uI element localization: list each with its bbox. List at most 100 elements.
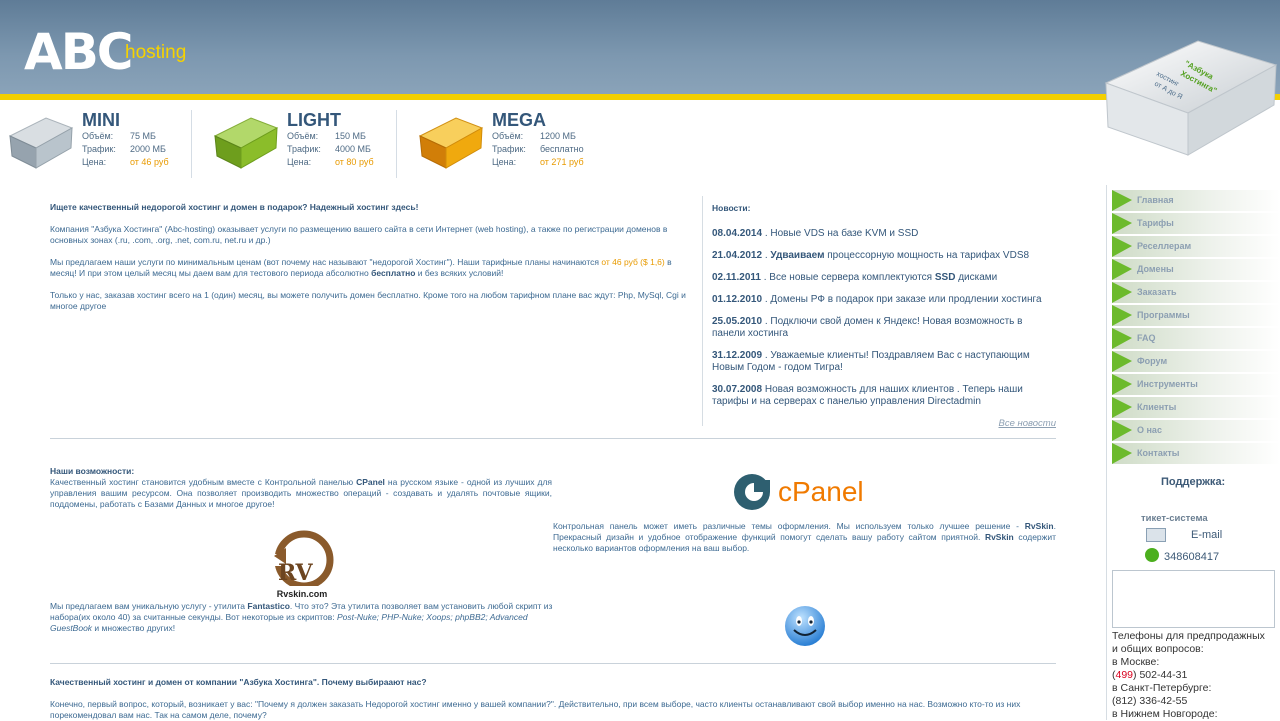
news-item[interactable]: 01.12.2010 . Домены РФ в подарок при зак… — [712, 294, 1056, 306]
plan-name: MINI — [82, 110, 120, 130]
plan-label: Трафик: — [82, 144, 116, 154]
news-date: 31.12.2009 — [712, 350, 763, 361]
logo-hosting[interactable]: hosting — [125, 42, 186, 64]
arrow-icon — [1112, 236, 1132, 257]
news-item[interactable]: 08.04.2014 . Новые VDS на базе KVM и SSD — [712, 228, 1056, 240]
plan-mega[interactable]: MEGA Объём: 1200 МБ Трафик: бесплатно Цена… — [416, 108, 596, 180]
plan-light[interactable]: LIGHT Объём: 150 МБ Трафик: 4000 МБ Цена: о… — [211, 108, 391, 180]
news-item[interactable]: 31.12.2009 . Уважаемые клиенты! Поздравл… — [712, 350, 1056, 374]
arrow-icon — [1112, 213, 1132, 234]
plan-divider — [191, 110, 192, 178]
moscow-code: 499 — [1115, 669, 1134, 681]
plan-name: LIGHT — [287, 110, 341, 130]
email-link[interactable]: E-mail — [1191, 529, 1222, 541]
menu-item-programs[interactable]: Программы — [1112, 305, 1280, 326]
logo-abc[interactable]: ABC — [24, 22, 134, 82]
broken-image — [1112, 570, 1275, 628]
intro-heading: Ищете качественный недорогой хостинг и д… — [50, 202, 419, 212]
ticket-link[interactable]: тикет-система — [1141, 513, 1208, 524]
news-item[interactable]: 02.11.2011 . Все новые сервера комплекту… — [712, 272, 1056, 284]
plan-value: 150 МБ — [335, 131, 366, 141]
cpanel-text: cPanel — [778, 476, 864, 507]
plan-mini[interactable]: MINI Объём: 75 МБ Трафик: 2000 МБ Цена: от … — [6, 108, 186, 180]
arrow-icon — [1112, 259, 1132, 280]
section-divider — [50, 438, 1056, 439]
features-paragraph-3: Мы предлагаем вам уникальную услугу - ут… — [50, 601, 553, 633]
intro-paragraph-1: Компания "Азбука Хостинга" (Abc-hosting)… — [50, 224, 668, 245]
section-divider — [50, 663, 1056, 664]
plan-details: Объём: 150 МБ Трафик: 4000 МБ Цена: от 80 р… — [287, 130, 374, 169]
plan-book-icon — [213, 117, 279, 169]
abc-book-icon: "Азбука Хостинга" хостинг от А до Я — [1104, 40, 1278, 156]
plan-price: от 271 руб — [540, 157, 584, 167]
plan-label: Трафик: — [492, 144, 526, 154]
news-date: 08.04.2014 — [712, 228, 763, 239]
all-news-link[interactable]: Все новости — [712, 418, 1056, 430]
news-divider — [702, 196, 703, 426]
email-icon — [1146, 528, 1166, 542]
news-date: 25.05.2010 — [712, 316, 763, 327]
plan-label: Цена: — [492, 157, 517, 167]
menu-item-resellers[interactable]: Реселлерам — [1112, 236, 1280, 257]
phones-block: Телефоны для предпродажных и общих вопро… — [1112, 630, 1265, 720]
arrow-icon — [1112, 443, 1132, 464]
plan-value: 4000 МБ — [335, 144, 371, 154]
rvskin-site: Rvskin.com — [276, 589, 328, 599]
icq-number[interactable]: 348608417 — [1164, 551, 1219, 563]
plan-value: бесплатно — [540, 144, 584, 154]
menu-item-order[interactable]: Заказать — [1112, 282, 1280, 303]
plan-book-icon — [418, 117, 484, 169]
plan-name: MEGA — [492, 110, 546, 130]
plan-details: Объём: 75 МБ Трафик: 2000 МБ Цена: от 46 ру… — [82, 130, 169, 169]
arrow-icon — [1112, 351, 1132, 372]
arrow-icon — [1112, 328, 1132, 349]
icq-icon — [1145, 548, 1159, 562]
menu-item-forum[interactable]: Форум — [1112, 351, 1280, 372]
free-text: бесплатно — [371, 268, 416, 278]
sidebar-divider — [1106, 185, 1107, 720]
cpanel-logo[interactable]: cPanel — [732, 470, 882, 514]
arrow-icon — [1112, 397, 1132, 418]
rvskin-mark-text: RV — [278, 560, 313, 586]
news-block: Новости: 08.04.2014 . Новые VDS на базе … — [712, 198, 1056, 430]
menu-item-about[interactable]: О нас — [1112, 420, 1280, 441]
plan-label: Объём: — [492, 131, 524, 141]
news-date: 21.04.2012 — [712, 250, 763, 261]
news-title: Новости: — [712, 203, 751, 213]
menu-item-contacts[interactable]: Контакты — [1112, 443, 1280, 464]
header — [0, 0, 1280, 94]
features-paragraph-2: Контрольная панель может иметь различные… — [553, 521, 1056, 553]
main-menu: Главная Тарифы Реселлерам Домены Заказат… — [1112, 190, 1280, 466]
news-date: 02.11.2011 — [712, 272, 761, 283]
menu-item-faq[interactable]: FAQ — [1112, 328, 1280, 349]
smiley-icon — [785, 606, 825, 646]
news-item[interactable]: 30.07.2008 Новая возможность для наших к… — [712, 384, 1056, 408]
intro-paragraph-2: Мы предлагаем наши услуги по минимальным… — [50, 257, 672, 278]
menu-item-tools[interactable]: Инструменты — [1112, 374, 1280, 395]
arrow-icon — [1112, 420, 1132, 441]
arrow-icon — [1112, 374, 1132, 395]
menu-item-domains[interactable]: Домены — [1112, 259, 1280, 280]
plan-label: Цена: — [287, 157, 312, 167]
rvskin-icon: RV — [270, 530, 334, 590]
arrow-icon — [1112, 305, 1132, 326]
plan-price: от 46 руб — [130, 157, 169, 167]
news-item[interactable]: 21.04.2012 . Удваиваем процессорную мощн… — [712, 250, 1056, 262]
plan-price: от 80 руб — [335, 157, 374, 167]
rvskin-logo[interactable]: RV Rvskin.com — [266, 526, 338, 599]
plan-label: Объём: — [82, 131, 114, 141]
arrow-icon — [1112, 190, 1132, 211]
menu-item-tariffs[interactable]: Тарифы — [1112, 213, 1280, 234]
plan-label: Объём: — [287, 131, 319, 141]
menu-item-home[interactable]: Главная — [1112, 190, 1280, 211]
plan-value: 1200 МБ — [540, 131, 576, 141]
price-link[interactable]: от 46 руб ($ 1,6) — [601, 257, 664, 267]
menu-item-clients[interactable]: Клиенты — [1112, 397, 1280, 418]
plan-label: Цена: — [82, 157, 107, 167]
header-accent-bar — [0, 94, 1280, 100]
news-item[interactable]: 25.05.2010 . Подключи свой домен к Яндек… — [712, 316, 1056, 340]
news-date: 30.07.2008 — [712, 384, 763, 395]
features-paragraph-1: Качественный хостинг становится удобным … — [50, 477, 553, 509]
plan-value: 2000 МБ — [130, 144, 166, 154]
plan-details: Объём: 1200 МБ Трафик: бесплатно Цена: от 2… — [492, 130, 584, 169]
